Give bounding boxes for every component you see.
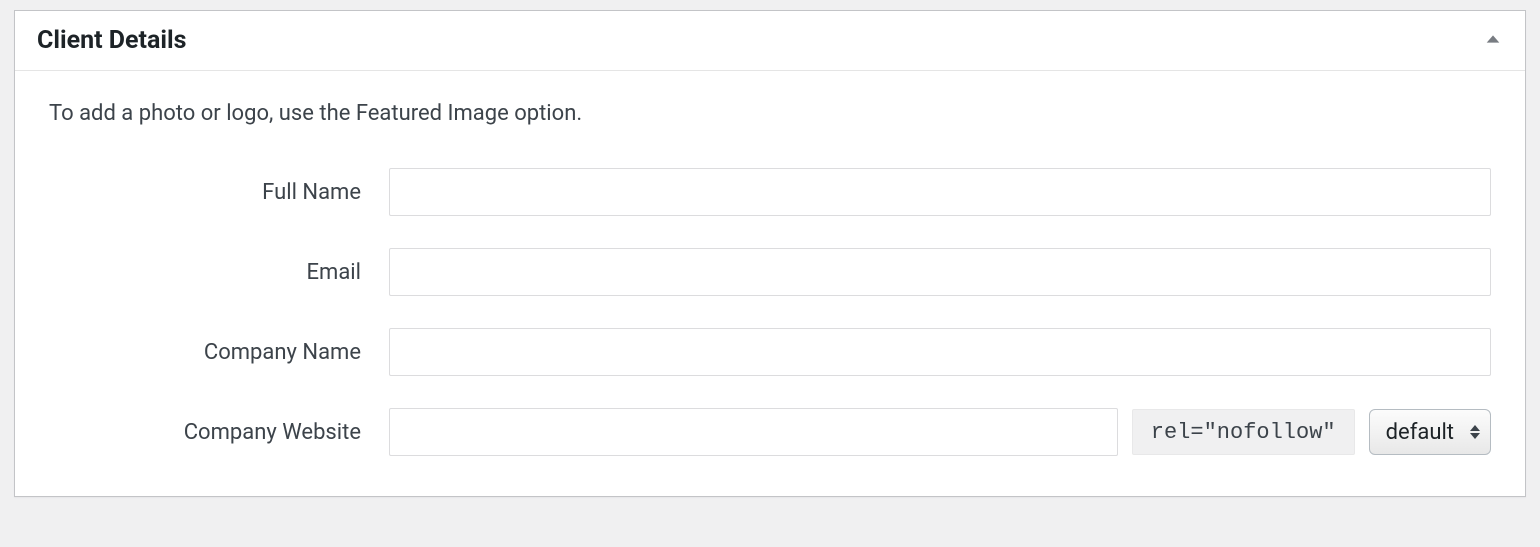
panel-body: To add a photo or logo, use the Featured… — [15, 71, 1525, 496]
panel-header: Client Details — [15, 11, 1525, 71]
chevron-up-icon — [1484, 30, 1502, 52]
client-details-panel: Client Details To add a photo or logo, u… — [14, 10, 1526, 497]
company-name-input[interactable] — [389, 328, 1491, 376]
company-name-row: Company Name — [49, 328, 1491, 376]
rel-nofollow-code: rel="nofollow" — [1132, 409, 1355, 455]
email-input[interactable] — [389, 248, 1491, 296]
panel-title: Client Details — [37, 26, 186, 55]
email-row: Email — [49, 248, 1491, 296]
email-label: Email — [49, 260, 389, 285]
rel-select[interactable]: default — [1369, 409, 1491, 455]
rel-select-value: default — [1386, 420, 1454, 445]
company-website-label: Company Website — [49, 420, 389, 445]
company-website-row: Company Website rel="nofollow" default — [49, 408, 1491, 456]
full-name-row: Full Name — [49, 168, 1491, 216]
select-arrows-icon — [1470, 425, 1480, 439]
full-name-label: Full Name — [49, 180, 389, 205]
panel-toggle-button[interactable] — [1475, 23, 1511, 59]
company-website-input[interactable] — [389, 408, 1118, 456]
full-name-input[interactable] — [389, 168, 1491, 216]
panel-intro-text: To add a photo or logo, use the Featured… — [49, 101, 1491, 126]
company-name-label: Company Name — [49, 340, 389, 365]
